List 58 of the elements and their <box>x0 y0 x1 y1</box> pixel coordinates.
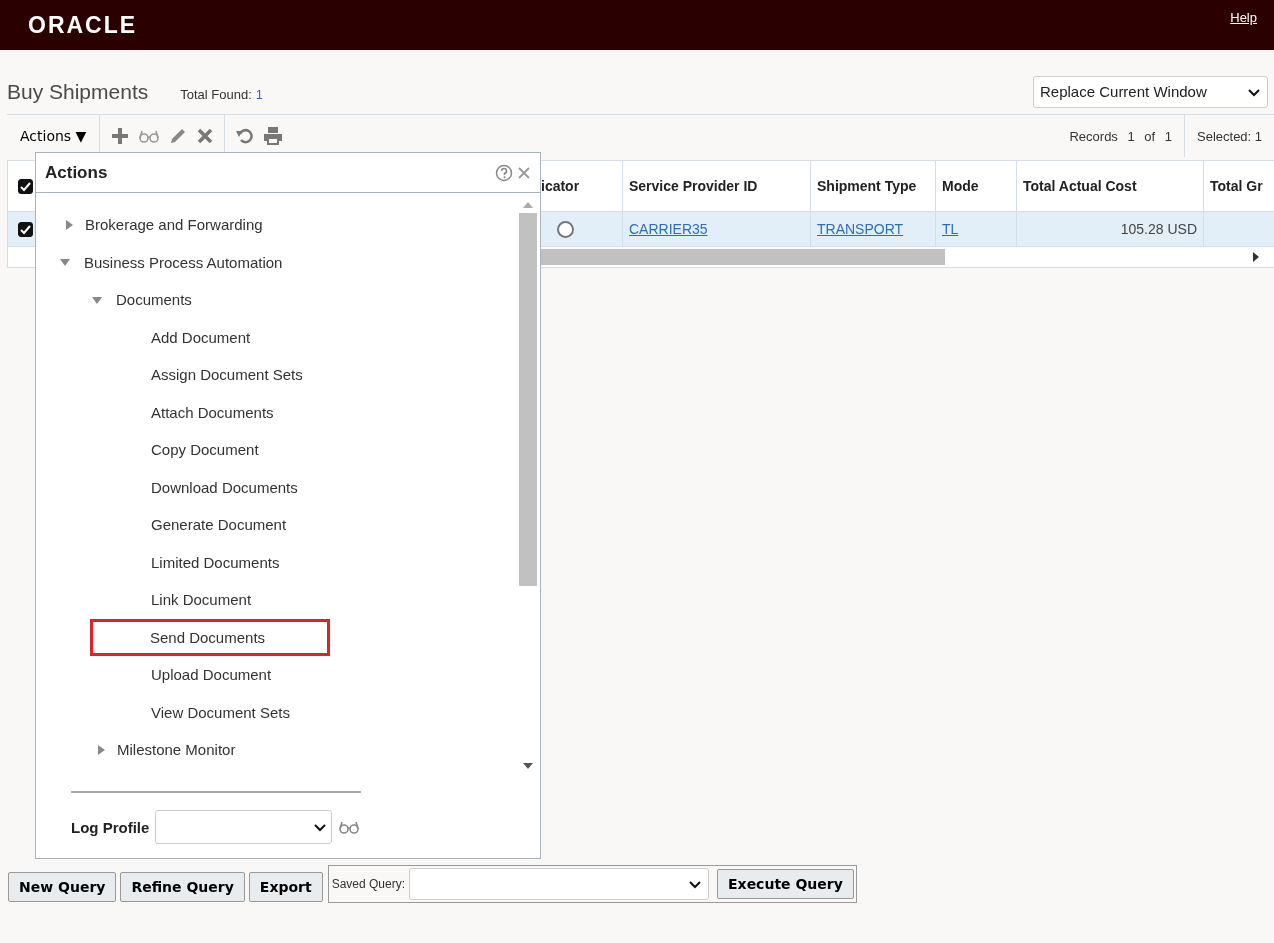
action-item[interactable]: Copy Document <box>151 441 259 459</box>
action-item[interactable]: Generate Document <box>151 516 287 534</box>
column-header[interactable]: Mode <box>935 161 1016 211</box>
total-found-label: Total Found: <box>180 87 252 102</box>
scrollbar-thumb[interactable] <box>541 249 945 265</box>
action-item[interactable]: Download Documents <box>151 478 298 496</box>
action-item[interactable]: Attach Documents <box>151 403 274 421</box>
saved-query-label: Saved Query: <box>331 877 406 891</box>
glasses-icon[interactable] <box>338 820 361 834</box>
select-all-checkbox[interactable] <box>18 178 33 194</box>
table-link[interactable]: TL <box>942 221 959 237</box>
column-header[interactable]: Total Actual Cost <box>1016 161 1203 211</box>
help-link[interactable]: Help <box>1230 10 1257 25</box>
column-header[interactable]: Shipment Type <box>810 161 935 211</box>
action-item[interactable]: Add Document <box>151 328 251 346</box>
window-select[interactable]: Replace Current Window <box>1033 75 1268 108</box>
table-link[interactable]: TRANSPORT <box>817 221 904 237</box>
action-item[interactable]: Link Document <box>151 591 252 609</box>
column-header[interactable]: Total Gr <box>1203 161 1274 211</box>
records-count: Records 1 of 1 <box>1069 128 1173 144</box>
collapsed-caret-icon[interactable] <box>63 218 75 231</box>
query-button[interactable]: New Query <box>8 871 117 902</box>
highlighted-action-item[interactable]: Send Documents <box>93 621 328 653</box>
query-button[interactable]: Refine Query <box>120 871 245 902</box>
execute-query-button[interactable]: Execute Query <box>717 869 854 899</box>
page-title: Buy Shipments <box>7 79 149 104</box>
help-icon[interactable] <box>495 163 513 182</box>
column-header[interactable]: Service Provider ID <box>622 161 810 211</box>
tree-folder[interactable]: Brokerage and Forwarding <box>85 216 263 234</box>
popup-title: Actions <box>45 162 108 183</box>
scroll-right-icon[interactable] <box>1252 252 1260 262</box>
query-button[interactable]: Export <box>248 871 323 902</box>
selected-count: Selected: 1 <box>1184 115 1274 157</box>
tree-folder[interactable]: Documents <box>116 291 192 309</box>
scrollbar-thumb[interactable] <box>519 213 537 586</box>
action-item[interactable]: Upload Document <box>151 666 272 684</box>
refresh-icon[interactable] <box>235 126 256 146</box>
add-icon[interactable] <box>110 126 131 146</box>
tree-folder[interactable]: Business Process Automation <box>84 253 283 271</box>
total-found-value: 1 <box>255 87 264 102</box>
table-cell: 105.28 USD <box>1120 221 1197 237</box>
table-link[interactable]: CARRIER35 <box>629 221 708 237</box>
action-item[interactable]: Assign Document Sets <box>151 366 303 384</box>
action-item[interactable]: View Document Sets <box>151 703 290 721</box>
scroll-up-icon[interactable] <box>523 201 533 209</box>
action-item[interactable]: Limited Documents <box>151 553 280 571</box>
tree-folder[interactable]: Milestone Monitor <box>117 741 236 759</box>
logo: ORACLE <box>28 11 138 39</box>
printer-icon[interactable] <box>263 126 284 146</box>
glasses-icon[interactable] <box>138 129 161 143</box>
radio-button[interactable] <box>557 220 574 238</box>
column-header[interactable]: icator <box>541 161 622 211</box>
close-icon[interactable] <box>196 127 215 145</box>
collapsed-caret-icon[interactable] <box>95 743 107 756</box>
scroll-down-icon[interactable] <box>523 762 533 770</box>
log-profile-label: Log Profile <box>71 818 150 836</box>
close-icon[interactable] <box>517 165 531 180</box>
row-checkbox[interactable] <box>18 221 33 237</box>
